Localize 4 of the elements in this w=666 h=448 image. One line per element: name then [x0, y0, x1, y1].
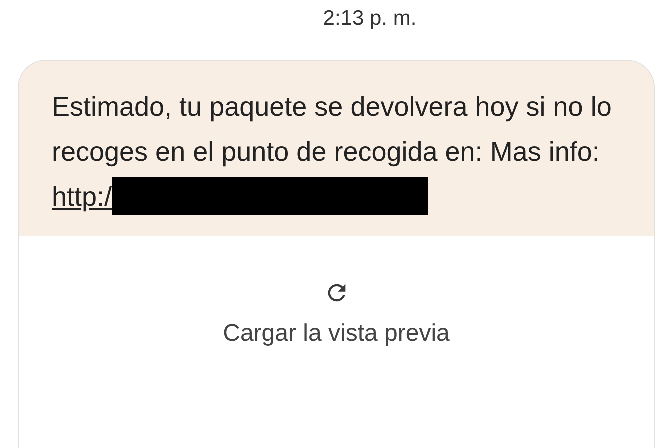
- message-text: Estimado, tu paquete se devolvera hoy si no lo recoges en el punto de recogida en: Mas info: http:/: [52, 85, 632, 220]
- message-link[interactable]: http:/: [52, 182, 112, 212]
- timestamp: 2:13 p. m.: [323, 6, 417, 32]
- load-preview-button[interactable]: Cargar la vista previa: [223, 320, 450, 348]
